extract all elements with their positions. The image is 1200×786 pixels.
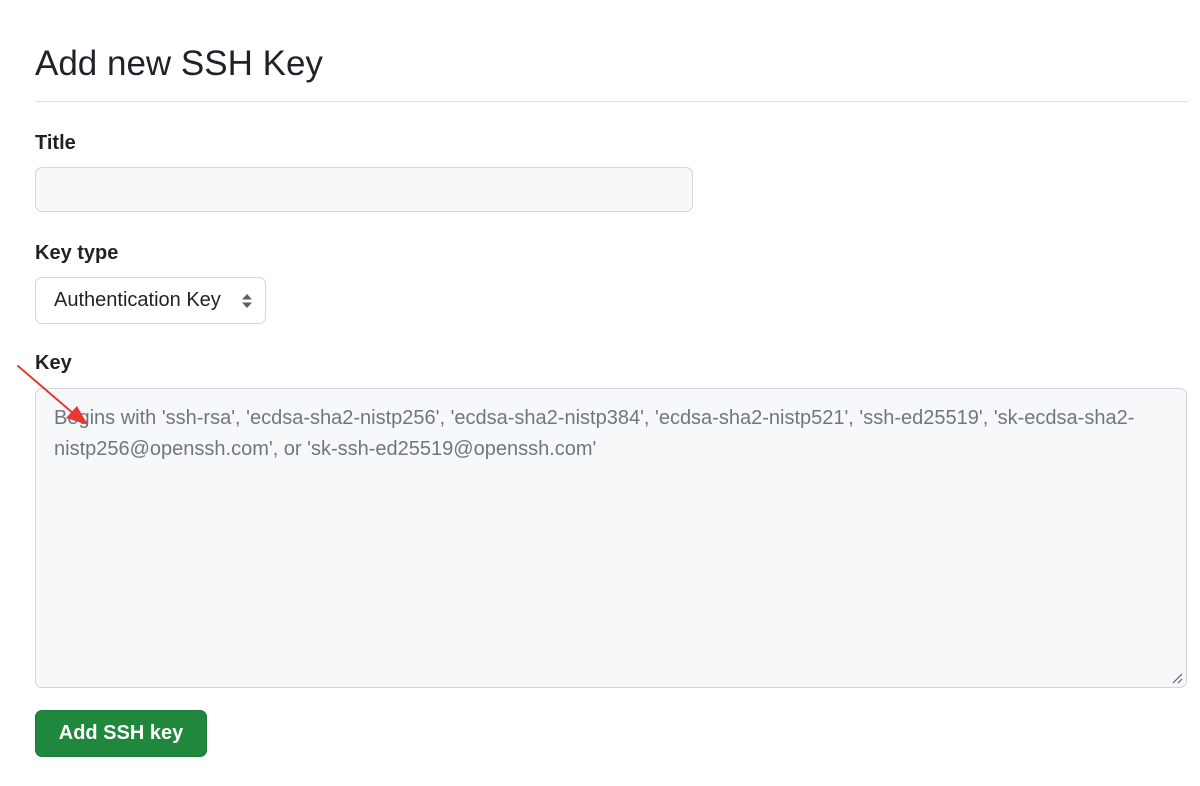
key-type-select[interactable]: Authentication Key: [35, 277, 266, 324]
key-type-selected-value: Authentication Key: [54, 289, 221, 311]
chevron-up-down-icon: [242, 294, 252, 308]
title-input[interactable]: [35, 167, 693, 212]
key-placeholder: Begins with 'ssh-rsa', 'ecdsa-sha2-nistp…: [54, 407, 1135, 460]
key-textarea[interactable]: Begins with 'ssh-rsa', 'ecdsa-sha2-nistp…: [35, 388, 1187, 688]
page-title: Add new SSH Key: [35, 44, 323, 83]
title-divider: [35, 101, 1187, 102]
resize-handle-icon[interactable]: [1171, 672, 1183, 684]
key-field-label: Key: [35, 352, 72, 374]
add-ssh-key-button[interactable]: Add SSH key: [35, 710, 207, 757]
key-type-label: Key type: [35, 242, 119, 264]
ssh-key-page: Add new SSH Key Title Key type Authentic…: [0, 0, 1200, 786]
title-field-label: Title: [35, 132, 76, 154]
